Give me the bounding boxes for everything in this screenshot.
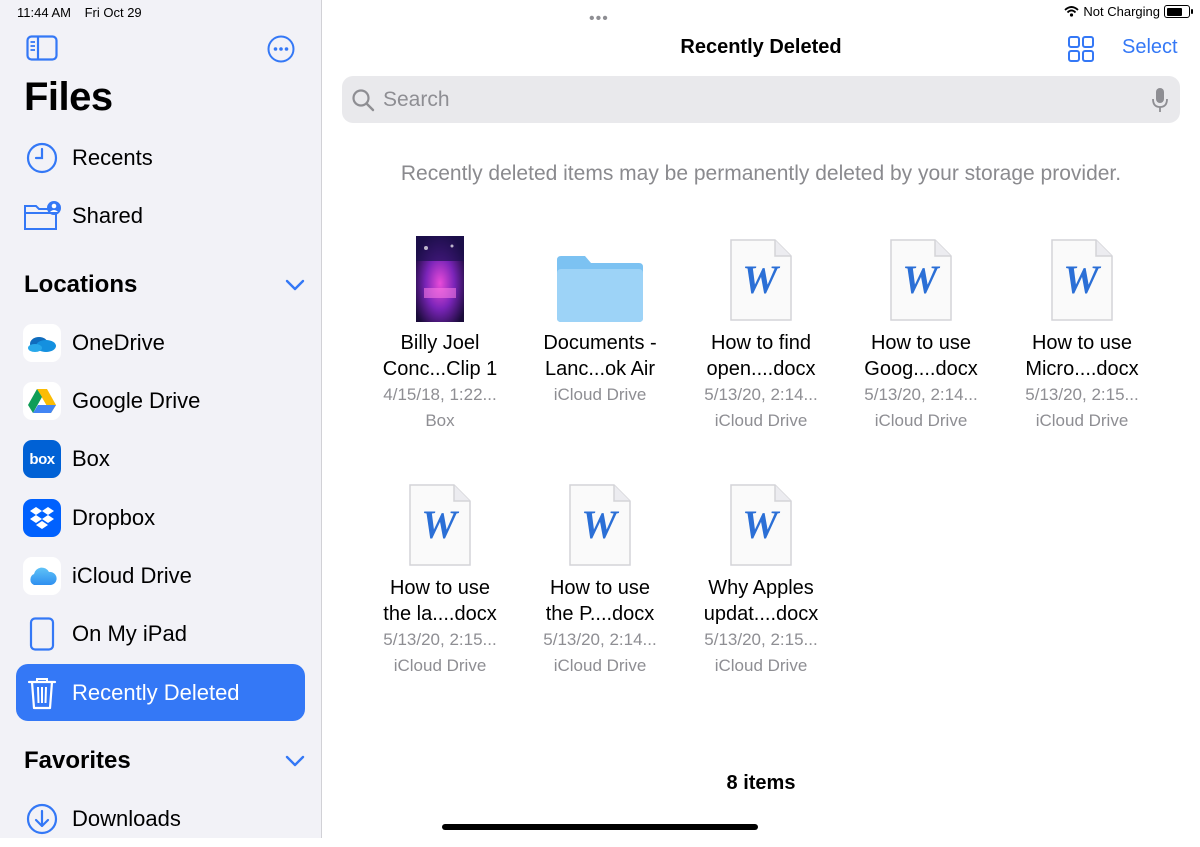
word-document-icon [729,238,793,322]
file-name: Billy Joel Conc...Clip 1 [382,332,498,380]
file-date: 4/15/18, 1:22... [383,385,497,404]
box-logo-text: box [29,450,55,468]
folder-item[interactable]: Documents - Lanc...ok Air iCloud Drive [520,232,680,408]
file-source: iCloud Drive [874,411,968,430]
sidebar-item-recents[interactable]: Recents [16,130,305,186]
sidebar-item-label: Downloads [72,806,181,831]
favorites-section-header[interactable]: Favorites [24,745,306,777]
file-name: How to use the la....docx [383,577,497,625]
section-title: Locations [24,271,138,298]
file-item[interactable]: How to use Micro....docx 5/13/20, 2:15...… [1002,232,1162,434]
file-name: How to use Micro....docx [1025,332,1139,380]
file-date: 5/13/20, 2:14... [704,385,818,404]
status-bar-right: Not Charging [1064,4,1193,19]
file-item[interactable]: Billy Joel Conc...Clip 1 4/15/18, 1:22...… [360,232,520,434]
sidebar: 11:44 AM Fri Oct 29 Files Recents Shared… [0,0,322,838]
file-source: iCloud Drive [714,656,808,675]
chevron-down-icon[interactable] [284,754,306,768]
file-source: iCloud Drive [553,385,647,404]
file-item[interactable]: How to use Goog....docx 5/13/20, 2:14... … [841,232,1001,434]
sidebar-item-dropbox[interactable]: Dropbox [16,490,305,546]
sidebar-item-label: Recents [72,145,153,170]
sidebar-item-google-drive[interactable]: Google Drive [16,373,305,429]
word-document-icon [889,238,953,322]
file-name: Why Apples updat....docx [703,577,819,625]
video-thumbnail [360,232,520,322]
file-date: 5/13/20, 2:15... [383,630,497,649]
file-item[interactable]: How to find open....docx 5/13/20, 2:14...… [681,232,841,434]
file-name: How to find open....docx [706,332,816,380]
status-bar-left: 11:44 AM Fri Oct 29 [17,5,152,20]
dropbox-icon [23,499,61,537]
file-date: 5/13/20, 2:15... [704,630,818,649]
sidebar-item-label: Shared [72,203,143,228]
word-document-icon [1050,238,1114,322]
main-content: ••• Not Charging Recently Deleted Select… [322,0,1200,838]
box-icon: box [23,440,61,478]
grid-view-icon[interactable] [1067,35,1095,63]
ipad-icon [22,614,62,654]
home-indicator[interactable] [442,824,758,830]
file-item[interactable]: Why Apples updat....docx 5/13/20, 2:15...… [681,477,841,679]
file-source: iCloud Drive [714,411,808,430]
sidebar-item-box[interactable]: box Box [16,431,305,487]
file-date: 5/13/20, 2:14... [543,630,657,649]
search-bar[interactable] [342,76,1180,123]
chevron-down-icon[interactable] [284,278,306,292]
sidebar-item-downloads[interactable]: Downloads [16,791,305,847]
icloud-icon [23,557,61,595]
select-button[interactable]: Select [1122,36,1178,59]
sidebar-item-recently-deleted[interactable]: Recently Deleted [16,664,305,721]
file-source: iCloud Drive [1035,411,1129,430]
google-drive-icon [23,382,61,420]
microphone-icon[interactable] [1152,87,1168,113]
search-icon [352,88,375,111]
search-input[interactable] [381,86,1125,113]
multitasking-handle[interactable]: ••• [589,10,609,28]
sidebar-item-label: Dropbox [72,505,156,530]
sidebar-item-onedrive[interactable]: OneDrive [16,315,305,371]
status-date: Fri Oct 29 [84,5,142,20]
word-document-icon [568,483,632,567]
section-title: Favorites [24,747,131,774]
file-date: 5/13/20, 2:15... [1025,385,1139,404]
recently-deleted-notice: Recently deleted items may be permanentl… [400,162,1122,185]
file-name: How to use Goog....docx [864,332,978,380]
trash-icon [22,673,62,713]
app-title: Files [24,75,113,119]
battery-icon [1164,5,1193,18]
file-item[interactable]: How to use the la....docx 5/13/20, 2:15..… [360,477,520,679]
file-item[interactable]: How to use the P....docx 5/13/20, 2:14...… [520,477,680,679]
clock-icon [22,138,62,178]
word-document-icon [408,483,472,567]
file-date: 5/13/20, 2:14... [864,385,978,404]
sidebar-item-label: OneDrive [72,330,165,355]
sidebar-item-label: Recently Deleted [72,679,240,705]
more-options-icon[interactable] [266,34,296,64]
charging-status: Not Charging [1083,4,1160,19]
onedrive-icon [23,324,61,362]
locations-section-header[interactable]: Locations [24,269,306,301]
file-source: Box [425,411,455,430]
status-time: 11:44 AM [17,5,71,20]
sidebar-item-label: On My iPad [72,621,187,646]
item-count: 8 items [726,772,796,794]
sidebar-toggle-icon[interactable] [26,35,58,61]
file-source: iCloud Drive [393,656,487,675]
sidebar-item-label: Google Drive [72,388,201,413]
sidebar-item-shared[interactable]: Shared [16,188,305,244]
sidebar-item-on-my-ipad[interactable]: On My iPad [16,606,305,662]
word-document-icon [729,483,793,567]
sidebar-item-label: iCloud Drive [72,563,192,588]
file-name: How to use the P....docx [545,577,655,625]
file-name: Documents - Lanc...ok Air [543,332,657,380]
sidebar-item-icloud-drive[interactable]: iCloud Drive [16,548,305,604]
file-source: iCloud Drive [553,656,647,675]
folder-icon [520,232,680,322]
sidebar-item-label: Box [72,446,110,471]
shared-folder-icon [22,196,62,236]
download-icon [22,799,62,839]
wifi-icon [1064,6,1080,17]
